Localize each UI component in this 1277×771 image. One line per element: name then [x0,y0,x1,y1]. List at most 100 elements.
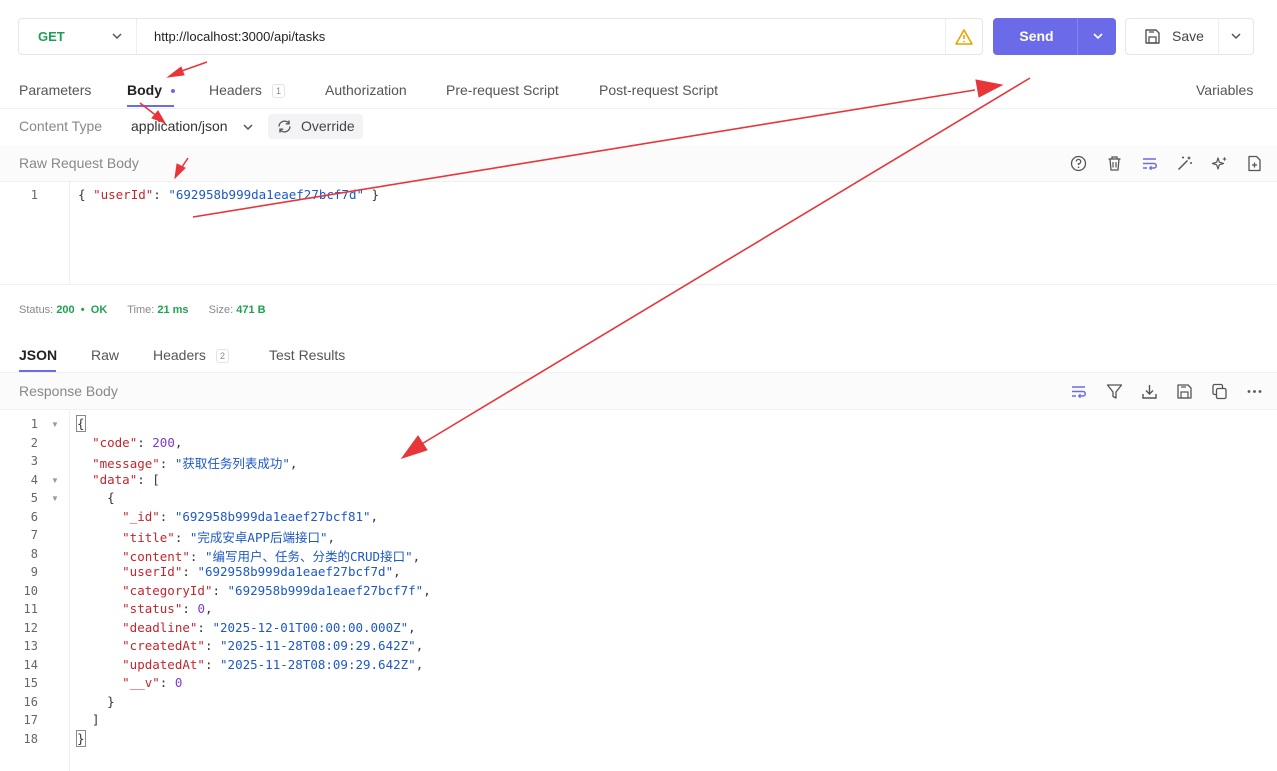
line-number: 4 [30,472,38,487]
json-line: "_id": "692958b999da1eaef27bcf81", [122,508,379,524]
status-text: OK [90,304,108,316]
status-separator-dot: • [77,304,88,316]
line-number: 18 [23,731,38,746]
json-line: } [77,693,115,709]
json-string: "692958b999da1eaef27bcf7d" [197,564,394,579]
json-key: "createdAt" [122,638,205,653]
json-line: } [76,729,86,747]
fold-arrow-icon[interactable]: ▼ [51,476,59,485]
time-value: 21 ms [157,304,189,316]
json-key: "_id" [122,508,160,524]
tab-parameters[interactable]: Parameters [19,82,91,98]
colon: : [153,187,169,202]
json-line: "code": 200, [92,434,183,450]
json-string: "编写用户、任务、分类的CRUD接口" [204,548,413,564]
response-headers-count-badge: 2 [216,349,230,363]
json-key: "message" [92,456,160,471]
content-type-label: Content Type [19,118,103,134]
send-divider [1077,18,1078,55]
json-string: "692958b999da1eaef27bcf7f" [227,582,424,598]
line-number: 6 [30,509,38,524]
divider [0,181,1277,182]
line-number: 7 [30,528,38,542]
chevron-down-icon[interactable] [1229,29,1243,43]
tab-post-request-script[interactable]: Post-request Script [599,82,718,98]
url-input[interactable]: http://localhost:3000/api/tasks [154,19,325,54]
json-key: "categoryId" [122,582,213,598]
json-line: "content": "编写用户、任务、分类的CRUD接口", [122,548,421,564]
fold-arrow-icon[interactable]: ▼ [51,420,59,429]
help-icon[interactable] [1070,155,1087,172]
trash-icon[interactable] [1106,155,1123,172]
sparkles-icon[interactable] [1211,155,1228,172]
fold-arrow-icon[interactable]: ▼ [51,494,59,503]
request-body-editor[interactable]: { "userId": "692958b999da1eaef27bcf7d" } [78,187,379,202]
request-url-bar: GET http://localhost:3000/api/tasks [18,18,983,55]
json-line: "title": "完成安卓APP后端接口", [122,530,336,545]
tab-pre-request-script[interactable]: Pre-request Script [446,82,559,98]
json-line: { [77,490,115,505]
line-number: 17 [23,713,38,727]
send-label: Send [1019,28,1054,44]
tab-response-headers[interactable]: Headers [153,347,206,363]
divider [0,409,1277,410]
line-number: 15 [23,676,38,690]
size-value: 471 B [236,304,266,316]
body-modified-dot [171,89,175,93]
response-body-title: Response Body [19,383,118,399]
chevron-down-icon[interactable] [1091,29,1105,43]
line-number: 9 [30,565,38,579]
filter-icon[interactable] [1106,383,1123,400]
line-number: 16 [23,694,38,709]
json-line: "createdAt": "2025-11-28T08:09:29.642Z", [122,638,424,653]
wrap-lines-icon[interactable] [1141,155,1158,172]
json-key: "deadline" [122,619,198,635]
size-label: Size: [208,304,234,316]
json-key: "updatedAt" [122,656,205,672]
divider [0,108,1277,109]
override-button[interactable]: Override [268,114,363,139]
tab-headers[interactable]: Headers [209,82,262,98]
json-key: "code" [92,434,138,450]
tab-authorization[interactable]: Authorization [325,82,407,98]
tab-test-results[interactable]: Test Results [269,347,345,363]
json-key: "userId" [122,564,183,579]
line-number: 1 [30,188,38,202]
content-type-select[interactable]: application/json [131,118,228,134]
override-label: Override [301,118,355,134]
save-button[interactable]: Save [1125,18,1254,55]
magic-wand-icon[interactable] [1176,155,1193,172]
download-icon[interactable] [1141,383,1158,400]
time-label: Time: [127,304,155,316]
save-divider [1218,19,1219,54]
warning-icon[interactable] [945,19,982,54]
json-string: "2025-11-28T08:09:29.642Z" [220,656,416,672]
tab-raw[interactable]: Raw [91,347,119,363]
wrap-lines-icon[interactable] [1070,383,1087,400]
tab-variables[interactable]: Variables [1196,82,1253,98]
more-options-icon[interactable] [1246,383,1263,400]
json-line: "userId": "692958b999da1eaef27bcf7d", [122,564,401,579]
line-number: 5 [30,491,38,505]
save-icon[interactable] [1176,383,1193,400]
copy-icon[interactable] [1211,383,1228,400]
json-line: "categoryId": "692958b999da1eaef27bcf7f"… [122,582,431,598]
send-button[interactable]: Send [993,18,1116,55]
json-number: 0 [174,675,183,690]
method-select[interactable]: GET [19,19,137,54]
json-key: "userId" [93,187,154,202]
chevron-down-icon [112,33,122,40]
add-file-icon[interactable] [1246,155,1263,172]
json-key: "__v" [122,675,160,690]
brace: } [364,187,380,202]
json-string: "2025-11-28T08:09:29.642Z" [220,638,416,653]
response-status-line: Status: 200 • OK Time: 21 ms Size: 471 B [19,304,266,316]
tab-body[interactable]: Body [127,82,162,98]
chevron-down-icon[interactable] [242,121,254,133]
brace: } [76,729,86,747]
tab-json[interactable]: JSON [19,347,57,363]
save-icon [1145,29,1160,44]
line-number: 13 [23,639,38,653]
status-code: 200 [56,304,75,316]
json-line: "status": 0, [122,601,213,616]
